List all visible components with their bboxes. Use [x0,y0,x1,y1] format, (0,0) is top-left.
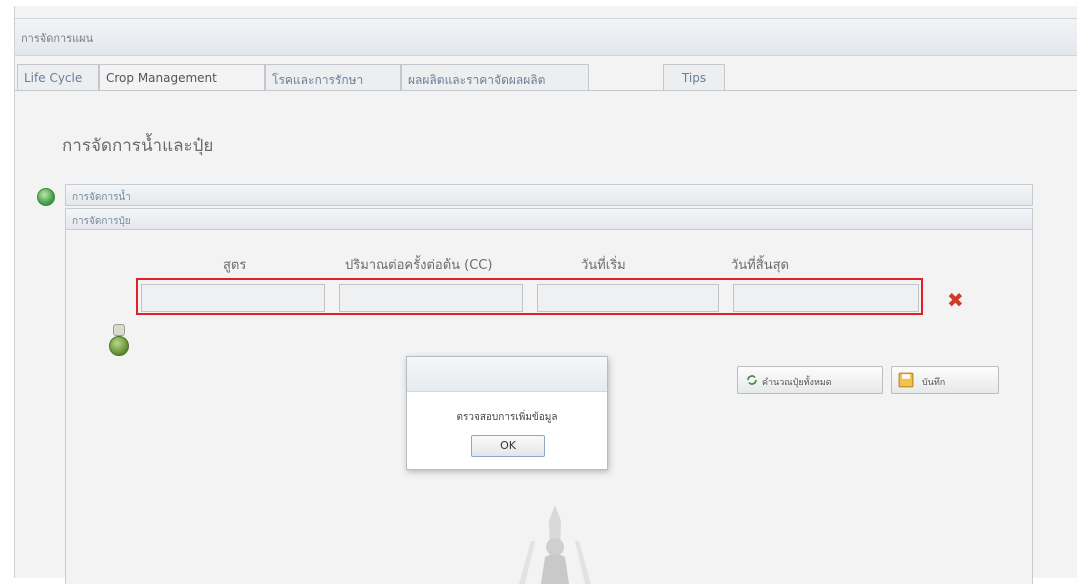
window-title: การจัดการแผน [21,32,94,45]
save-icon [898,372,914,388]
alert-dialog: ตรวจสอบการเพิ่มข้อมูล OK [406,356,608,470]
amount-input[interactable] [339,284,523,312]
save-button[interactable]: บันทึก [891,366,999,394]
tab-disease-treatment[interactable]: โรคและการรักษา [265,64,401,90]
refresh-icon [747,375,757,385]
university-watermark-logo [519,505,591,584]
title-bar: การจัดการแผน [15,18,1077,56]
panel-heading: การจัดการน้ำและปุ๋ย [62,136,214,156]
save-label: บันทึก [922,378,946,388]
end-date-input[interactable] [733,284,919,312]
calculate-fertilizer-label: คำนวณปุ๋ยทั้งหมด [762,378,832,388]
start-date-input[interactable] [537,284,719,312]
column-header-amount: ปริมาณต่อครั้งต่อต้น (CC) [345,258,493,273]
globe-icon[interactable] [37,188,55,206]
column-header-start-date: วันที่เริ่ม [581,258,626,273]
formula-input[interactable] [141,284,325,312]
column-header-formula: สูตร [223,258,247,273]
tab-bar: Life Cycle Crop Management โรคและการรักษ… [15,64,1077,91]
section-fertilizer-management[interactable]: การจัดการปุ๋ย [65,208,1033,230]
calculate-fertilizer-button[interactable]: คำนวณปุ๋ยทั้งหมด [737,366,883,394]
tab-yield-price[interactable]: ผลผลิตและราคาจัดผลผลิต [401,64,589,90]
dialog-message: ตรวจสอบการเพิ่มข้อมูล [456,412,558,423]
tab-divider [15,90,1077,91]
section-water-management[interactable]: การจัดการน้ำ [65,184,1033,206]
tab-crop-management[interactable]: Crop Management [99,64,265,91]
delete-row-icon[interactable]: ✖ [947,290,964,310]
add-fertilizer-icon[interactable] [107,324,129,356]
dialog-header [407,357,607,392]
tab-life-cycle[interactable]: Life Cycle [17,64,99,90]
app-window: การจัดการแผน Life Cycle Crop Management … [14,6,1077,584]
tab-tips[interactable]: Tips [663,64,725,90]
column-header-end-date: วันที่สิ้นสุด [731,258,789,273]
ok-button[interactable]: OK [471,435,545,457]
